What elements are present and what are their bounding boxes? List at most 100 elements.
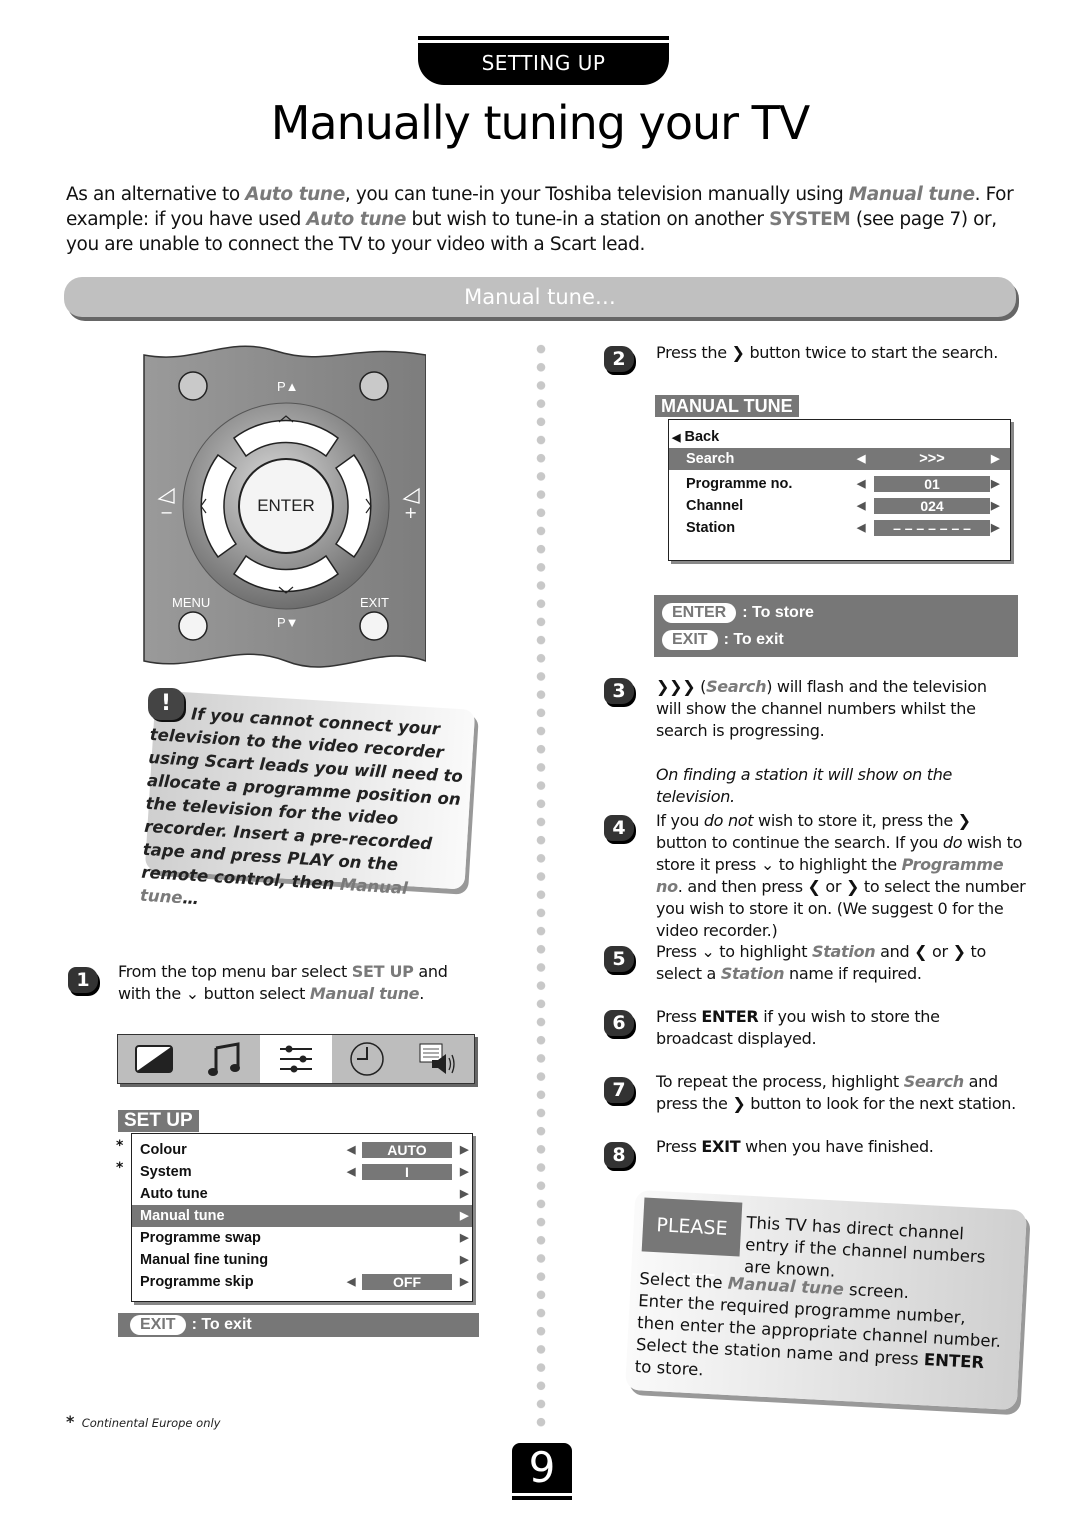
step-text: to highlight	[714, 942, 812, 961]
manual-tune-key-hints: ENTER : To store EXIT: To exit	[654, 595, 1018, 657]
auto-tune-term: Auto tune	[306, 209, 407, 230]
exit-key[interactable]: EXIT	[662, 630, 718, 650]
timer-menu-item[interactable]	[332, 1035, 403, 1083]
right-triangle-icon[interactable]: ▶	[460, 1249, 468, 1271]
manual-tune-menu-title: MANUAL TUNE	[655, 395, 799, 417]
exit-term: EXIT	[701, 1137, 741, 1156]
clock-icon	[350, 1042, 384, 1076]
back-triangle-icon: ◀	[672, 432, 681, 444]
back-row[interactable]: ◀ Back	[669, 426, 1010, 448]
left-triangle-icon[interactable]: ◀	[857, 448, 865, 470]
left-chevron-icon: ❮	[807, 877, 821, 896]
please-note-body: Select the Manual tune screen. Enter the…	[634, 1268, 1009, 1397]
enter-label[interactable]: ENTER	[256, 496, 316, 516]
left-triangle-icon[interactable]: ◀	[857, 473, 865, 495]
right-triangle-icon[interactable]: ▶	[460, 1139, 468, 1161]
exit-button	[359, 611, 389, 641]
menu-row-channel[interactable]: Channel ◀ 024 ▶	[669, 495, 1010, 517]
footnote-text: Continental Europe only	[81, 1416, 221, 1430]
right-triangle-icon[interactable]: ▶	[460, 1271, 468, 1293]
step-text: .	[419, 984, 425, 1003]
section-heading: Manual tune…	[64, 277, 1016, 317]
warning-text: If you cannot connect your television to…	[139, 700, 471, 926]
teletext-menu-item[interactable]	[403, 1035, 474, 1083]
menu-row-colour[interactable]: Colour ◀ AUTO ▶	[132, 1139, 472, 1161]
page-title: Manually tuning your TV	[270, 96, 811, 150]
right-triangle-icon[interactable]: ▶	[991, 448, 999, 470]
right-triangle-icon[interactable]: ▶	[460, 1227, 468, 1249]
menu-row-auto-tune[interactable]: Auto tune ▶	[132, 1183, 472, 1205]
right-triangle-icon[interactable]: ▶	[991, 495, 999, 517]
step-1-text: From the top menu bar select SET UP and …	[118, 961, 478, 1005]
right-chevron-icon: ❯	[731, 343, 745, 362]
right-triangle-icon[interactable]: ▶	[460, 1205, 468, 1227]
menu-row-manual-tune[interactable]: Manual tune ▶	[132, 1205, 472, 1227]
step-text: or	[820, 877, 846, 896]
right-triangle-icon[interactable]: ▶	[991, 517, 999, 539]
column-divider	[535, 340, 547, 1435]
search-term: Search	[903, 1072, 964, 1091]
setup-menu-item[interactable]	[260, 1035, 332, 1083]
footnote-marker: *	[116, 1160, 124, 1176]
manual-tune-menu: ◀ Back Search ◀ >>> ▶ Programme no. ◀ 01 ▶ Cha…	[668, 419, 1011, 561]
manual-tune-term: Manual tune	[848, 184, 975, 205]
menu-row-search[interactable]: Search ◀ >>> ▶	[669, 448, 1010, 470]
left-triangle-icon[interactable]: ◀	[347, 1161, 355, 1183]
picture-menu-item[interactable]	[118, 1035, 189, 1083]
left-triangle-icon[interactable]: ◀	[857, 517, 865, 539]
warning-ellipsis: …	[181, 888, 200, 909]
station-term: Station	[811, 942, 876, 961]
menu-row-system[interactable]: System ◀ I ▶	[132, 1161, 472, 1183]
search-indicator: >>>	[919, 451, 945, 467]
step-text: wish to store it, press the	[753, 811, 958, 830]
left-triangle-icon[interactable]: ◀	[857, 495, 865, 517]
footnote: * Continental Europe only	[66, 1412, 220, 1431]
please-note-badge: PLEASE NOTE	[641, 1197, 743, 1293]
search-term: Search	[706, 677, 767, 696]
menu-row-programme-swap[interactable]: Programme swap ▶	[132, 1227, 472, 1249]
step-4-text: If you do not wish to store it, press th…	[656, 810, 1026, 942]
exit-hint: EXIT: To exit	[662, 626, 1018, 653]
step-text: button twice to start the search.	[744, 343, 999, 362]
setup-menu-title: SET UP	[118, 1110, 199, 1132]
menu-row-station[interactable]: Station ◀ – – – – – – – ▶	[669, 517, 1010, 539]
step-text: Press the	[656, 343, 732, 362]
exit-key[interactable]: EXIT	[130, 1315, 186, 1335]
step-badge: 8	[604, 1142, 634, 1168]
down-chevron-icon: ⌄	[760, 855, 774, 874]
step-3-text: ❯❯❯ (Search) will flash and the televisi…	[656, 676, 1016, 742]
key-hint-label: : To exit	[191, 1316, 252, 1333]
enter-term: ENTER	[701, 1007, 759, 1026]
sound-icon	[207, 1042, 240, 1076]
row-label: Station	[686, 520, 736, 536]
left-triangle-icon[interactable]: ◀	[347, 1271, 355, 1293]
step-text: name if required.	[784, 964, 922, 983]
exit-label: EXIT	[360, 595, 389, 610]
menu-button	[178, 611, 208, 641]
enter-key[interactable]: ENTER	[662, 603, 737, 623]
menu-row-manual-fine-tuning[interactable]: Manual fine tuning ▶	[132, 1249, 472, 1271]
row-value: AUTO	[362, 1142, 452, 1158]
row-value: – – – – – – –	[874, 520, 990, 536]
right-triangle-icon[interactable]: ▶	[460, 1161, 468, 1183]
right-chevron-icon: ❯	[957, 811, 971, 830]
right-triangle-icon[interactable]: ▶	[460, 1183, 468, 1205]
sound-menu-item[interactable]	[189, 1035, 260, 1083]
menu-row-programme-skip[interactable]: Programme skip ◀ OFF ▶	[132, 1271, 472, 1293]
right-triangle-icon[interactable]: ▶	[991, 473, 999, 495]
left-triangle-icon[interactable]: ◀	[347, 1139, 355, 1161]
step-badge: 5	[604, 946, 634, 972]
step-text: or	[927, 942, 953, 961]
color-button-right	[359, 371, 389, 401]
step-text: when you have finished.	[740, 1137, 934, 1156]
system-term: SYSTEM	[769, 209, 851, 230]
key-hint-label: : To store	[742, 604, 814, 621]
step-8-text: Press EXIT when you have finished.	[656, 1136, 1016, 1158]
row-label: Programme swap	[140, 1230, 261, 1246]
step-text: button to look for the next station.	[745, 1094, 1016, 1113]
intro-text: , you can tune-in your Toshiba televisio…	[344, 184, 849, 205]
menu-row-programme-no[interactable]: Programme no. ◀ 01 ▶	[669, 473, 1010, 495]
step-text: Press	[656, 1137, 702, 1156]
step-5-text: Press ⌄ to highlight Station and ❮ or ❯ …	[656, 941, 1026, 985]
top-menu-bar	[117, 1034, 475, 1084]
